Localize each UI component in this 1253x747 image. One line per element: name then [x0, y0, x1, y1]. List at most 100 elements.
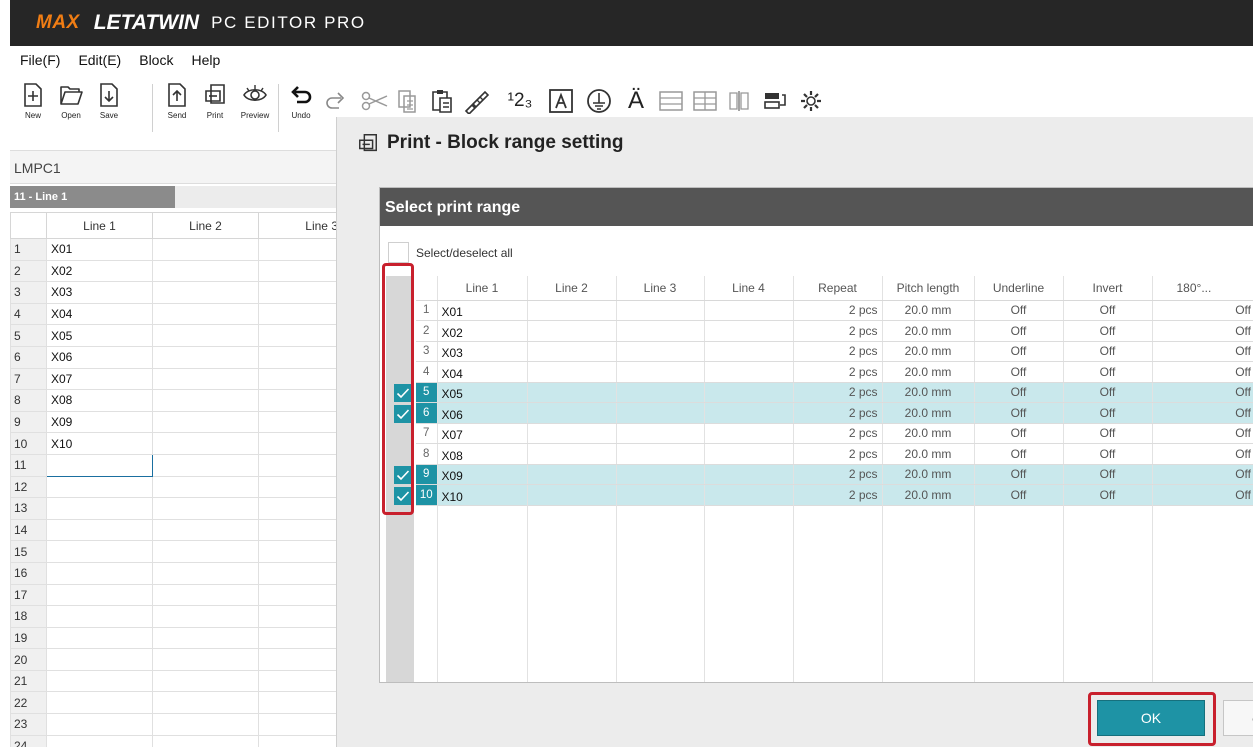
editor-row[interactable]: 16: [10, 561, 341, 585]
line3-cell[interactable]: [258, 238, 341, 261]
line3-cell[interactable]: [258, 669, 341, 693]
column-header[interactable]: Line 1: [46, 212, 153, 239]
line3-cell[interactable]: [258, 583, 341, 607]
numbering-button[interactable]: ¹2₃: [500, 86, 540, 116]
line3-cell[interactable]: [258, 259, 341, 283]
line2-cell[interactable]: [152, 713, 259, 736]
line2-cell[interactable]: [152, 302, 259, 326]
undo-button[interactable]: Undo: [284, 82, 318, 130]
line3-cell[interactable]: [258, 561, 341, 585]
editor-row[interactable]: 1 X01: [10, 238, 341, 261]
line2-cell[interactable]: [152, 691, 259, 715]
line3-cell[interactable]: [258, 345, 341, 369]
editor-row[interactable]: 11: [10, 453, 341, 477]
copy-button[interactable]: [394, 86, 422, 116]
line1-cell[interactable]: X01: [46, 238, 153, 261]
line1-cell[interactable]: X03: [46, 281, 153, 304]
preview-button[interactable]: Preview: [238, 82, 272, 130]
line2-cell[interactable]: [152, 281, 259, 304]
paste-button[interactable]: [428, 86, 456, 116]
line1-cell[interactable]: [46, 497, 153, 520]
line3-cell[interactable]: [258, 691, 341, 715]
symbol-button[interactable]: [584, 86, 614, 116]
editor-row[interactable]: 10 X10: [10, 432, 341, 455]
select-all-checkbox[interactable]: [388, 242, 409, 263]
line1-cell[interactable]: X06: [46, 345, 153, 369]
line3-cell[interactable]: [258, 389, 341, 412]
line1-cell[interactable]: X07: [46, 367, 153, 391]
line1-cell[interactable]: [46, 648, 153, 671]
line1-cell[interactable]: X02: [46, 259, 153, 283]
new-button[interactable]: New: [16, 82, 50, 130]
line1-cell[interactable]: [46, 583, 153, 607]
column-header[interactable]: Line 2: [152, 212, 259, 239]
line3-cell[interactable]: [258, 648, 341, 671]
menu-edit[interactable]: Edit(E): [78, 52, 121, 68]
line3-cell[interactable]: [258, 497, 341, 520]
line1-cell[interactable]: [46, 540, 153, 563]
line1-cell[interactable]: X04: [46, 302, 153, 326]
insert-row-button[interactable]: [656, 86, 686, 116]
line2-cell[interactable]: [152, 367, 259, 391]
format-paint-button[interactable]: [462, 86, 492, 116]
redo-button[interactable]: [322, 86, 350, 116]
line3-cell[interactable]: [258, 324, 341, 347]
line2-cell[interactable]: [152, 432, 259, 455]
line2-cell[interactable]: [152, 540, 259, 563]
line2-cell[interactable]: [152, 345, 259, 369]
line1-cell[interactable]: [46, 669, 153, 693]
line2-cell[interactable]: [152, 669, 259, 693]
line2-cell[interactable]: [152, 561, 259, 585]
current-line-tab[interactable]: 11 - Line 1: [10, 186, 175, 208]
settings-button[interactable]: [796, 86, 826, 116]
line1-cell[interactable]: [46, 605, 153, 628]
editor-row[interactable]: 15: [10, 540, 341, 563]
block-settings-button[interactable]: [760, 86, 790, 116]
send-button[interactable]: Send: [160, 82, 194, 130]
line2-cell[interactable]: [152, 324, 259, 347]
line3-cell[interactable]: [258, 432, 341, 455]
cut-button[interactable]: [360, 86, 390, 116]
save-button[interactable]: Save: [92, 82, 126, 130]
line2-cell[interactable]: [152, 389, 259, 412]
line1-cell[interactable]: X05: [46, 324, 153, 347]
line2-cell[interactable]: [152, 238, 259, 261]
line2-cell[interactable]: [152, 453, 259, 477]
line3-cell[interactable]: [258, 540, 341, 563]
line2-cell[interactable]: [152, 518, 259, 542]
editor-row[interactable]: 20: [10, 648, 341, 671]
line3-cell[interactable]: [258, 281, 341, 304]
line3-cell[interactable]: [258, 518, 341, 542]
editor-row[interactable]: 12: [10, 475, 341, 499]
editor-row[interactable]: 6 X06: [10, 345, 341, 369]
line3-cell[interactable]: [258, 626, 341, 650]
line1-cell[interactable]: [46, 453, 153, 477]
editor-row[interactable]: 2 X02: [10, 259, 341, 283]
special-char-button[interactable]: Ä: [622, 86, 650, 116]
line3-cell[interactable]: [258, 734, 341, 747]
line3-cell[interactable]: [258, 410, 341, 434]
select-all-label[interactable]: Select/deselect all: [416, 246, 513, 260]
editor-row[interactable]: 24: [10, 734, 341, 747]
editor-row[interactable]: 5 X05: [10, 324, 341, 347]
line3-cell[interactable]: [258, 367, 341, 391]
print-button[interactable]: Print: [198, 82, 232, 130]
menu-block[interactable]: Block: [139, 52, 173, 68]
line1-cell[interactable]: [46, 475, 153, 499]
line1-cell[interactable]: [46, 518, 153, 542]
editor-row[interactable]: 21: [10, 669, 341, 693]
line2-cell[interactable]: [152, 259, 259, 283]
menu-help[interactable]: Help: [191, 52, 220, 68]
line1-cell[interactable]: [46, 561, 153, 585]
line3-cell[interactable]: [258, 713, 341, 736]
line2-cell[interactable]: [152, 410, 259, 434]
line2-cell[interactable]: [152, 734, 259, 747]
cancel-button[interactable]: C: [1223, 700, 1253, 736]
line1-cell[interactable]: [46, 734, 153, 747]
line1-cell[interactable]: X09: [46, 410, 153, 434]
line1-cell[interactable]: X08: [46, 389, 153, 412]
editor-row[interactable]: 23: [10, 713, 341, 736]
open-button[interactable]: Open: [54, 82, 88, 130]
editor-row[interactable]: 14: [10, 518, 341, 542]
editor-row[interactable]: 17: [10, 583, 341, 607]
